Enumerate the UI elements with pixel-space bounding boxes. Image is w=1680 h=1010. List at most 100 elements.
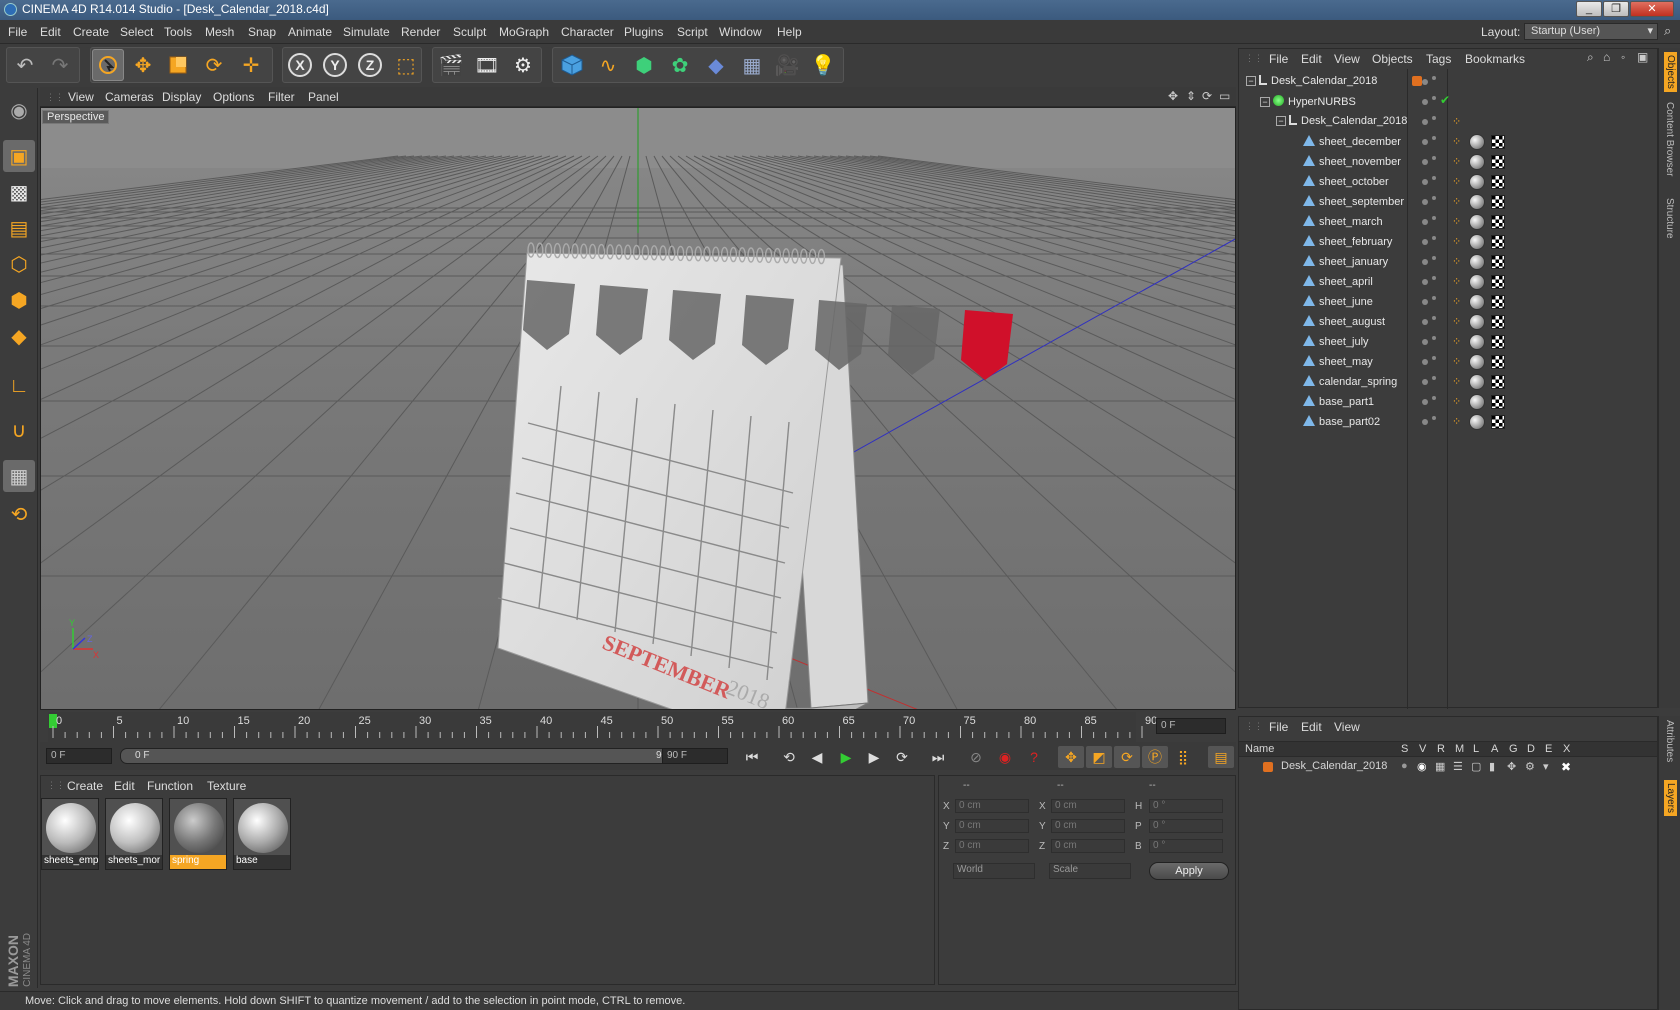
menu-mograph[interactable]: MoGraph	[499, 25, 549, 39]
uvw-tag-icon[interactable]	[1491, 415, 1505, 429]
timeline-window-icon[interactable]: ▤	[1208, 746, 1234, 768]
position-z-field[interactable]: 0 cm	[955, 839, 1029, 853]
menu-character[interactable]: Character	[561, 25, 614, 39]
material-tag-icon[interactable]	[1469, 254, 1485, 270]
next-key-icon[interactable]: ⟳	[889, 746, 915, 768]
viewport-menu-options[interactable]: Options	[213, 90, 254, 104]
material-tag-icon[interactable]	[1469, 134, 1485, 150]
phong-tag-icon[interactable]: ⁘	[1452, 135, 1461, 148]
render-visibility-dot[interactable]	[1432, 376, 1436, 380]
material-swatch[interactable]: base	[233, 798, 291, 870]
col-generators[interactable]: G	[1509, 743, 1518, 755]
rotation-b-field[interactable]: 0 °	[1149, 839, 1223, 853]
editor-visibility-dot[interactable]	[1422, 359, 1428, 365]
material-tag-icon[interactable]	[1469, 394, 1485, 410]
expand-toggle-icon[interactable]: −	[1260, 97, 1270, 107]
menu-edit[interactable]: Edit	[40, 25, 61, 39]
menu-simulate[interactable]: Simulate	[343, 25, 390, 39]
undo-icon[interactable]: ↶	[9, 49, 41, 81]
goto-start-icon[interactable]: ⏮	[739, 746, 765, 768]
snap-magnet-icon[interactable]: ∪	[3, 414, 35, 446]
record-keys-icon[interactable]: ⊘	[963, 746, 989, 768]
deformer-icon[interactable]: ◆	[700, 49, 732, 81]
object-row[interactable]: sheet_november	[1240, 152, 1408, 172]
material-swatch[interactable]: sheets_mor	[105, 798, 163, 870]
editor-visibility-dot[interactable]	[1422, 319, 1428, 325]
render-visibility-dot[interactable]	[1432, 356, 1436, 360]
menu-mesh[interactable]: Mesh	[205, 25, 234, 39]
menu-tools[interactable]: Tools	[164, 25, 192, 39]
phong-tag-icon[interactable]: ⁘	[1452, 395, 1461, 408]
model-mode-icon[interactable]: ▣	[3, 140, 35, 172]
render-visibility-dot[interactable]	[1432, 296, 1436, 300]
key-rotation-icon[interactable]: ⟳	[1114, 746, 1140, 768]
object-name[interactable]: Desk_Calendar_2018	[1271, 75, 1377, 87]
restore-button[interactable]: ❐	[1603, 1, 1629, 17]
uvw-tag-icon[interactable]	[1491, 395, 1505, 409]
enabled-check-icon[interactable]: ✔	[1440, 93, 1450, 107]
object-row[interactable]: sheet_march	[1240, 212, 1408, 232]
layer-color-swatch[interactable]	[1263, 762, 1273, 772]
workplane-mode-icon[interactable]: ▤	[3, 212, 35, 244]
position-x-field[interactable]: 0 cm	[955, 799, 1029, 813]
goto-end-icon[interactable]: ⏭	[925, 746, 951, 768]
apply-button[interactable]: Apply	[1149, 862, 1229, 880]
editor-visibility-dot[interactable]	[1422, 179, 1428, 185]
viewport-menu-view[interactable]: View	[68, 90, 94, 104]
autokey-icon[interactable]: ◉	[992, 746, 1018, 768]
render-visibility-dot[interactable]	[1432, 256, 1436, 260]
object-row[interactable]: sheet_june	[1240, 292, 1408, 312]
editor-visibility-dot[interactable]	[1422, 279, 1428, 285]
object-name[interactable]: sheet_october	[1319, 176, 1389, 188]
object-row[interactable]: sheet_october	[1240, 172, 1408, 192]
menu-snap[interactable]: Snap	[248, 25, 276, 39]
render-visibility-dot[interactable]	[1432, 196, 1436, 200]
key-parameter-icon[interactable]: Ⓟ	[1142, 746, 1168, 768]
layers-menu-edit[interactable]: Edit	[1301, 720, 1322, 734]
col-manager[interactable]: M	[1455, 743, 1464, 755]
phong-tag-icon[interactable]: ⁘	[1452, 375, 1461, 388]
layout-dropdown[interactable]: Startup (User) ▾	[1524, 23, 1658, 40]
coordinate-system-icon[interactable]: ⬚	[390, 49, 422, 81]
rotation-p-field[interactable]: 0 °	[1149, 819, 1223, 833]
material-tag-icon[interactable]	[1469, 214, 1485, 230]
xref-icon[interactable]: ✖	[1561, 760, 1571, 774]
object-name[interactable]: sheet_june	[1319, 296, 1373, 308]
size-z-field[interactable]: 0 cm	[1051, 839, 1125, 853]
phong-tag-icon[interactable]: ⁘	[1452, 355, 1461, 368]
texture-mode-icon[interactable]: ▩	[3, 176, 35, 208]
search-icon[interactable]: ⌕	[1587, 50, 1594, 65]
uvw-tag-icon[interactable]	[1491, 235, 1505, 249]
size-x-field[interactable]: 0 cm	[1051, 799, 1125, 813]
uvw-tag-icon[interactable]	[1491, 195, 1505, 209]
render-icon[interactable]: ▦	[1435, 760, 1445, 773]
range-slider[interactable]: 0 F 90 F	[120, 748, 695, 764]
render-visibility-dot[interactable]	[1432, 276, 1436, 280]
objects-menu-tags[interactable]: Tags	[1426, 52, 1451, 66]
render-visibility-dot[interactable]	[1432, 416, 1436, 420]
light-icon[interactable]: 💡	[807, 49, 839, 81]
object-row[interactable]: − Desk_Calendar_2018	[1240, 72, 1408, 92]
uvw-tag-icon[interactable]	[1491, 255, 1505, 269]
material-menu-function[interactable]: Function	[147, 779, 193, 793]
viewport-menu-panel[interactable]: Panel	[308, 90, 339, 104]
tab-layers[interactable]: Layers	[1664, 780, 1677, 817]
menu-create[interactable]: Create	[73, 25, 109, 39]
phong-tag-icon[interactable]: ⁘	[1452, 295, 1461, 308]
material-menu-edit[interactable]: Edit	[114, 779, 135, 793]
nurbs-icon[interactable]: ⬢	[628, 49, 660, 81]
material-tag-icon[interactable]	[1469, 194, 1485, 210]
object-name[interactable]: sheet_february	[1319, 236, 1392, 248]
phong-tag-icon[interactable]: ⁘	[1452, 275, 1461, 288]
solo-mode-icon[interactable]: ⟲	[3, 498, 35, 530]
spline-icon[interactable]: ∿	[592, 49, 624, 81]
rotate-view-icon[interactable]: ⟳	[1202, 89, 1212, 103]
scale-icon[interactable]	[162, 49, 194, 81]
prev-key-icon[interactable]: ⟲	[776, 746, 802, 768]
phong-tag-icon[interactable]: ⁘	[1452, 235, 1461, 248]
object-name[interactable]: sheet_november	[1319, 156, 1401, 168]
material-swatch[interactable]: sheets_emp	[41, 798, 99, 870]
key-pla-icon[interactable]: ⣿	[1170, 746, 1196, 768]
uvw-tag-icon[interactable]	[1491, 295, 1505, 309]
render-settings-icon[interactable]: ⚙	[507, 49, 539, 81]
